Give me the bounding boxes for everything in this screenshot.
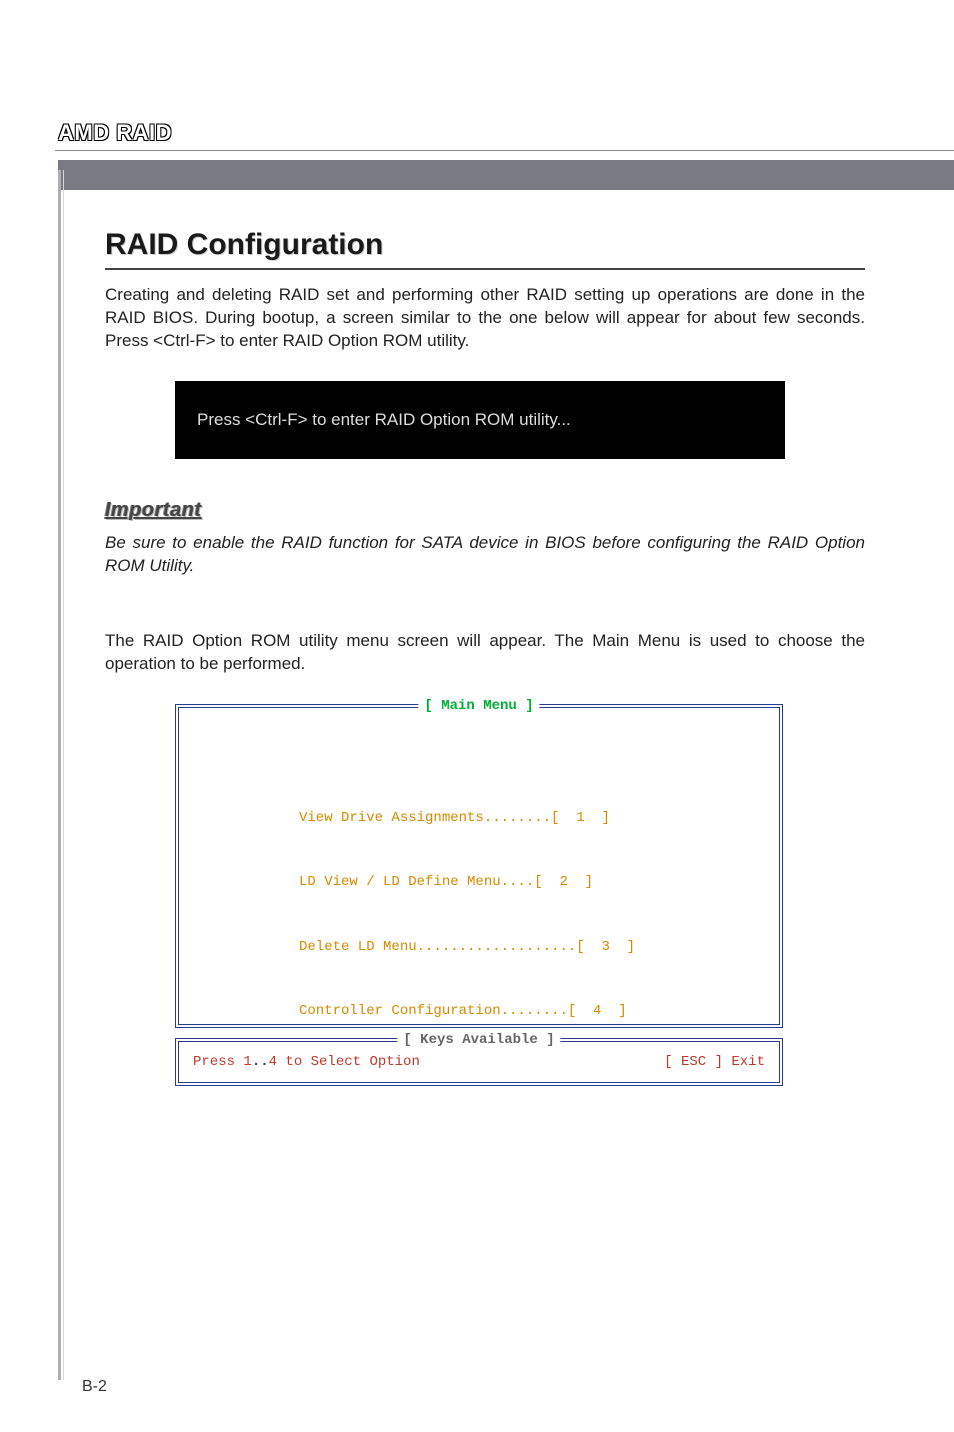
page-number: B-2 bbox=[82, 1378, 107, 1396]
bios-main-menu-title: [ Main Menu ] bbox=[418, 698, 539, 714]
keys-left-suffix: 4 to Select Option bbox=[269, 1054, 420, 1070]
appendix-label: AMD RAID bbox=[58, 120, 172, 146]
bios-keys-row: Press 1..4 to Select Option [ ESC ] Exit bbox=[179, 1042, 779, 1082]
bios-menu-item: View Drive Assignments........[ 1 ] bbox=[299, 810, 610, 826]
keys-left-dots: .. bbox=[252, 1054, 269, 1070]
content-area: RAID Configuration Creating and deleting… bbox=[105, 228, 865, 1086]
bios-screenshot: [ Main Menu ] View Drive Assignments....… bbox=[175, 704, 783, 1086]
bios-menu-item: LD View / LD Define Menu....[ 2 ] bbox=[299, 874, 593, 890]
important-heading: Important bbox=[105, 499, 865, 522]
header-bar bbox=[58, 160, 954, 190]
left-margin-rule bbox=[58, 170, 61, 1380]
boot-prompt-text: Press <Ctrl-F> to enter RAID Option ROM … bbox=[197, 410, 571, 430]
post-paragraph: The RAID Option ROM utility menu screen … bbox=[105, 630, 865, 676]
bios-menu-list: View Drive Assignments........[ 1 ] LD V… bbox=[299, 770, 635, 1060]
title-underline bbox=[105, 268, 865, 270]
intro-paragraph: Creating and deleting RAID set and perfo… bbox=[105, 284, 865, 353]
bios-keys-box: [ Keys Available ] Press 1..4 to Select … bbox=[175, 1038, 783, 1086]
important-text: Be sure to enable the RAID function for … bbox=[105, 532, 865, 578]
bios-keys-right: [ ESC ] Exit bbox=[664, 1054, 765, 1070]
header-separator bbox=[55, 150, 954, 151]
section-title: RAID Configuration bbox=[105, 228, 865, 262]
document-page: AMD RAID RAID Configuration Creating and… bbox=[0, 0, 954, 1432]
bios-menu-item: Controller Configuration........[ 4 ] bbox=[299, 1003, 627, 1019]
left-margin-rule-inner bbox=[63, 170, 64, 1380]
keys-left-prefix: Press 1 bbox=[193, 1054, 252, 1070]
boot-prompt-box: Press <Ctrl-F> to enter RAID Option ROM … bbox=[175, 381, 785, 459]
bios-menu-item: Delete LD Menu...................[ 3 ] bbox=[299, 939, 635, 955]
bios-keys-left: Press 1..4 to Select Option bbox=[193, 1054, 420, 1070]
bios-keys-title: [ Keys Available ] bbox=[397, 1032, 560, 1048]
bios-main-menu-box: [ Main Menu ] View Drive Assignments....… bbox=[175, 704, 783, 1028]
